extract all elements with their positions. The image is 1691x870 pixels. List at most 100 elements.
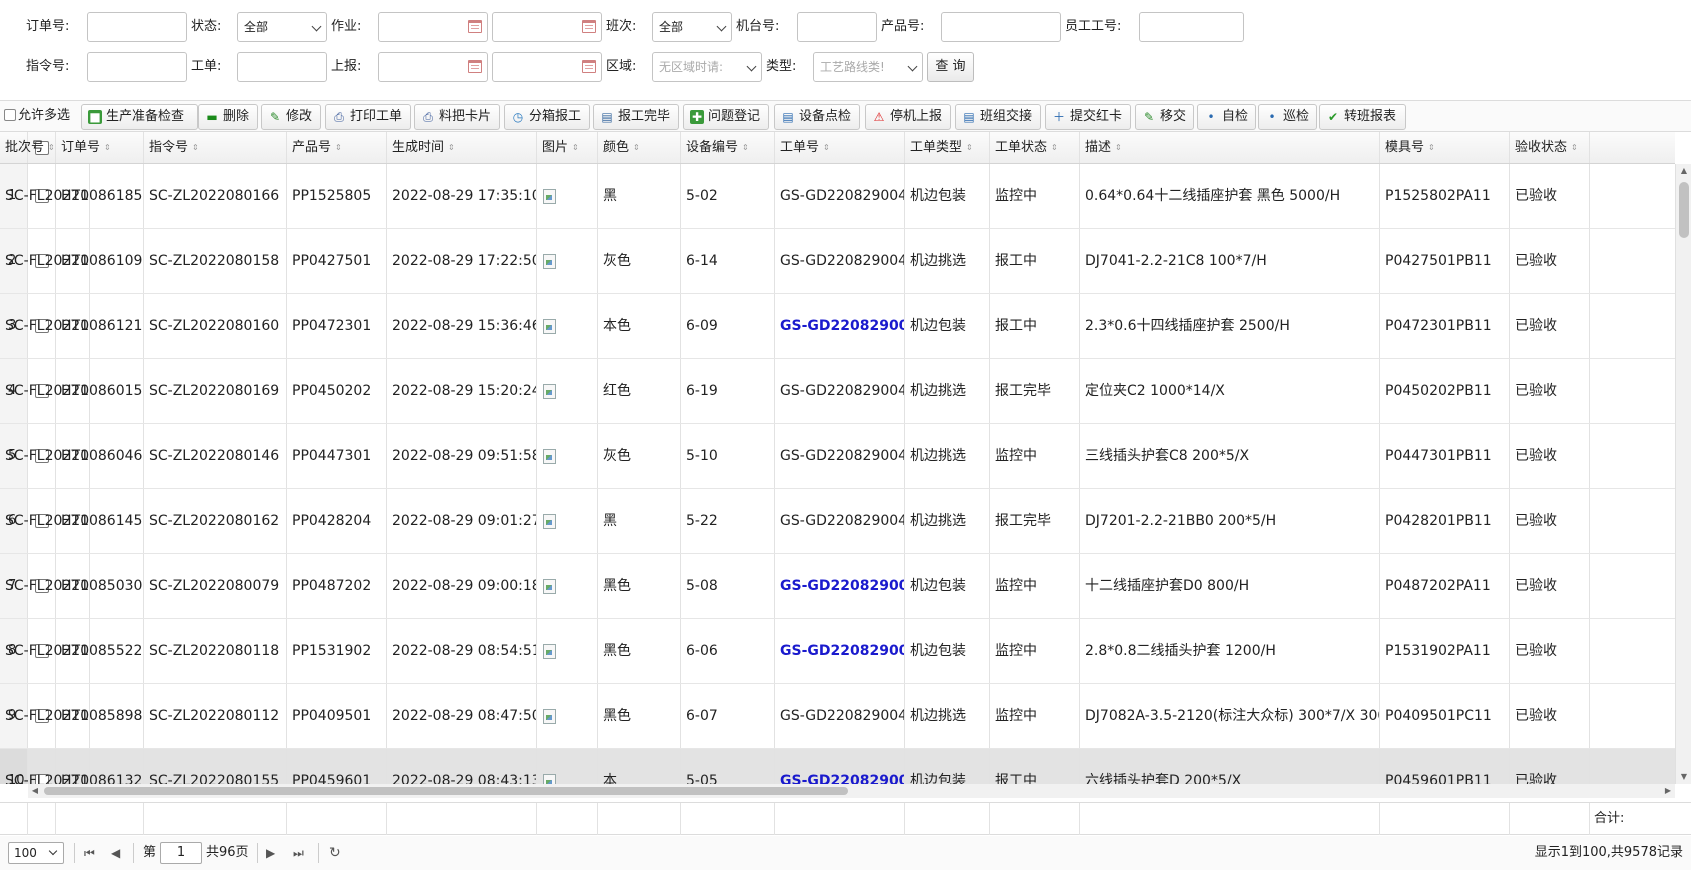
sort-icon[interactable]: ⇕ [1428,144,1435,152]
page-number-input[interactable]: 1 [160,842,202,864]
sort-icon[interactable]: ⇕ [335,144,342,152]
cell-img[interactable] [537,489,598,553]
table-row[interactable]: 9 HT1085898 SC-ZL2022080112 PP0409501 2022-0… [0,684,1675,749]
toolbar-button-5[interactable]: ◷ 分箱报工 [504,104,590,130]
vertical-scroll-thumb[interactable] [1679,182,1689,238]
cell-img[interactable] [537,424,598,488]
table-row[interactable]: 1 HT1086185 SC-ZL2022080166 PP1525805 2022-0… [0,164,1675,229]
sort-icon[interactable]: ⇕ [1051,144,1058,152]
sort-icon[interactable]: ⇕ [572,144,579,152]
cell-wo[interactable]: GS-GD2208290041 [775,619,905,683]
region-select[interactable]: 无区域时请: [652,52,762,82]
calendar-icon[interactable] [468,60,482,73]
broken-image-icon[interactable] [542,513,558,529]
calendar-icon[interactable] [582,20,596,33]
toolbar-button-13[interactable]: • 自检 [1197,104,1256,130]
table-row[interactable]: 3 HT1086121 SC-ZL2022080160 PP0472301 2022-0… [0,294,1675,359]
toolbar-button-10[interactable]: ▤ 班组交接 [955,104,1041,130]
toolbar-button-6[interactable]: ▤ 报工完毕 [593,104,679,130]
cell-img[interactable] [537,294,598,358]
toolbar-button-14[interactable]: • 巡检 [1258,104,1317,130]
refresh-icon[interactable]: ↻ [329,844,341,862]
toolbar-button-3[interactable]: ⎙ 打印工单 [325,104,411,130]
cell-img[interactable] [537,619,598,683]
order-no-input[interactable] [87,12,187,42]
last-page-icon[interactable]: ⏭ [293,844,304,862]
column-header-accept[interactable]: 验收状态 ⇕ [1510,132,1590,163]
query-button[interactable]: 查 询 [927,52,974,82]
sort-icon[interactable]: ⇕ [1571,144,1578,152]
cell-wo[interactable]: GS-GD2208290046 [775,294,905,358]
scroll-right-icon[interactable]: ▶ [1661,786,1675,796]
employee-input[interactable] [1139,12,1244,42]
toolbar-button-12[interactable]: ✎ 移交 [1135,104,1194,130]
sort-icon[interactable]: ⇕ [823,144,830,152]
vertical-scrollbar[interactable]: ▲ ▼ [1675,164,1691,784]
cell-img[interactable] [537,749,598,784]
table-row[interactable]: 10 HT1086132 SC-ZL2022080155 PP0459601 2022-… [0,749,1675,784]
calendar-icon[interactable] [468,20,482,33]
broken-image-icon[interactable] [542,708,558,724]
cell-img[interactable] [537,684,598,748]
scroll-down-icon[interactable]: ▼ [1676,772,1691,782]
column-header-product[interactable]: 产品号 ⇕ [287,132,387,163]
column-header-mold[interactable]: 模具号 ⇕ [1380,132,1510,163]
sort-icon[interactable]: ⇕ [448,144,455,152]
table-row[interactable]: 6 HT1086145 SC-ZL2022080162 PP0428204 2022-0… [0,489,1675,554]
table-row[interactable]: 2 HT1086109 SC-ZL2022080158 PP0427501 2022-0… [0,229,1675,294]
column-header-color[interactable]: 颜色 ⇕ [598,132,681,163]
allow-multi-select-checkbox[interactable]: 允许多选 [4,107,70,125]
broken-image-icon[interactable] [542,578,558,594]
type-select[interactable]: 工艺路线类! [813,52,923,82]
sort-icon[interactable]: ⇕ [1115,144,1122,152]
column-header-order[interactable]: 订单号 ⇕ [56,132,144,163]
column-header-cmd[interactable]: 指令号 ⇕ [144,132,287,163]
work-date-end[interactable] [492,12,602,42]
sort-icon[interactable]: ⇕ [192,144,199,152]
toolbar-button-0[interactable]: ■ 生产准备检查 [81,104,198,130]
column-header-wo[interactable]: 工单号 ⇕ [775,132,905,163]
first-page-icon[interactable]: ⏮ [84,844,95,862]
toolbar-button-7[interactable]: ✚ 问题登记 [683,104,769,130]
horizontal-scrollbar[interactable]: ◀ ▶ [28,784,1675,798]
column-header-time[interactable]: 生成时间 ⇕ [387,132,537,163]
sort-icon[interactable]: ⇕ [48,144,55,152]
broken-image-icon[interactable] [542,253,558,269]
product-input[interactable] [941,12,1061,42]
sort-icon[interactable]: ⇕ [742,144,749,152]
toolbar-button-11[interactable]: ＋ 提交红卡 [1045,104,1131,130]
broken-image-icon[interactable] [542,773,558,784]
scroll-up-icon[interactable]: ▲ [1676,166,1691,176]
broken-image-icon[interactable] [542,448,558,464]
cell-img[interactable] [537,229,598,293]
table-row[interactable]: 8 HT1085522 SC-ZL2022080118 PP1531902 2022-0… [0,619,1675,684]
cell-img[interactable] [537,164,598,228]
toolbar-button-1[interactable]: ▬ 删除 [198,104,258,130]
broken-image-icon[interactable] [542,318,558,334]
calendar-icon[interactable] [582,60,596,73]
column-header-status[interactable]: 工单状态 ⇕ [990,132,1080,163]
cell-wo[interactable]: GS-GD2208290039 [775,749,905,784]
cell-wo[interactable]: GS-GD2208290042 [775,554,905,618]
shift-select[interactable]: 全部 [652,12,732,42]
column-header-batch[interactable]: 批次号 ⇕ [0,132,56,163]
table-row[interactable]: 4 HT1086015 SC-ZL2022080169 PP0450202 2022-0… [0,359,1675,424]
table-row[interactable]: 5 HT1086046 SC-ZL2022080146 PP0447301 2022-0… [0,424,1675,489]
report-date-end[interactable] [492,52,602,82]
next-page-icon[interactable]: ▶ [266,844,275,862]
workorder-input[interactable] [237,52,327,82]
cell-img[interactable] [537,359,598,423]
report-date-start[interactable] [378,52,488,82]
toolbar-button-4[interactable]: ⎙ 料把卡片 [414,104,500,130]
scroll-left-icon[interactable]: ◀ [28,786,42,796]
column-header-device[interactable]: 设备编号 ⇕ [681,132,775,163]
checkbox[interactable] [4,109,16,121]
command-input[interactable] [87,52,187,82]
broken-image-icon[interactable] [542,383,558,399]
sort-icon[interactable]: ⇕ [966,144,973,152]
work-date-start[interactable] [378,12,488,42]
toolbar-button-9[interactable]: ⚠ 停机上报 [865,104,951,130]
sort-icon[interactable]: ⇕ [633,144,640,152]
column-header-desc[interactable]: 描述 ⇕ [1080,132,1380,163]
machine-input[interactable] [797,12,877,42]
